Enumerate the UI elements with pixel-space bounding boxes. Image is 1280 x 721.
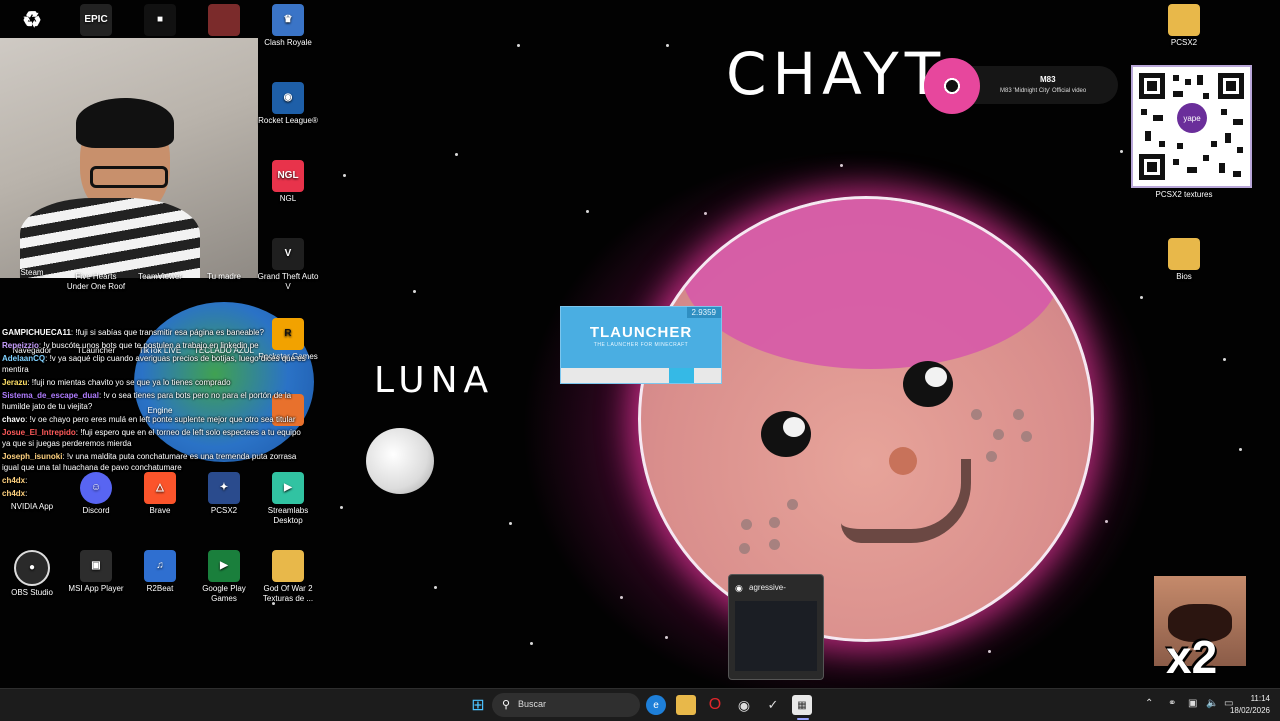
chat-text: : <box>25 489 28 498</box>
tlauncher-progress-fill <box>669 368 694 383</box>
chat-message: ch4dx: <box>0 474 310 487</box>
roblox-icon[interactable]: ■ <box>128 4 192 38</box>
taskbar-thumbnail-preview[interactable]: ◉ agressive- <box>728 574 824 680</box>
chat-user: Josue_El_Intrepido <box>2 428 76 437</box>
stream-chat-overlay: GAMPICHUECA11: !fuji si sabías que trans… <box>0 326 310 500</box>
msi-app-player-icon[interactable]: ▣ MSI App Player <box>64 550 128 594</box>
gta-v-icon[interactable]: V Grand Theft Auto V <box>256 238 320 292</box>
chat-user: ch4dx <box>2 476 26 485</box>
steam-desktop-icon[interactable]: Steam <box>0 268 64 278</box>
google-play-games-icon[interactable]: ▶ Google Play Games <box>192 550 256 604</box>
tlauncher-name: TLAUNCHER <box>589 324 693 341</box>
god-of-war-folder-icon[interactable]: God Of War 2 Texturas de ... <box>256 550 320 604</box>
windows-start-icon[interactable]: ⊞ <box>468 695 488 715</box>
chat-message: Repeizzio: !v buscóte unos bots que te p… <box>0 339 310 352</box>
opera-gx-icon[interactable]: O <box>705 695 725 715</box>
search-box[interactable]: ⚲ Buscar <box>492 693 640 717</box>
rocket-league-icon[interactable]: ◉ Rocket League® <box>256 82 320 126</box>
tlauncher-progress-bar <box>561 368 721 383</box>
chat-message: Josue_El_Intrepido: !fuji espero que en … <box>0 426 310 450</box>
yape-qr-code: yape <box>1131 65 1252 188</box>
chat-text: : !v buscóte unos bots que te postulen a… <box>38 341 259 350</box>
chat-message: AdelaanCQ: !v ya saqué clip cuando averi… <box>0 352 310 376</box>
steam-icon: ◉ <box>735 583 743 593</box>
microphone-icon[interactable]: ⚭ <box>1168 698 1176 709</box>
steam-taskbar-icon[interactable]: ✓ <box>763 695 783 715</box>
tlauncher-version: 2.9359 <box>686 307 721 318</box>
game-icon[interactable] <box>192 4 256 38</box>
chat-message: chavo: !v oe chayo pero eres mulá en lef… <box>0 413 310 426</box>
obs-studio-icon[interactable]: ● OBS Studio <box>0 550 64 598</box>
edge-icon[interactable]: e <box>646 695 666 715</box>
file-explorer-icon[interactable] <box>676 695 696 715</box>
five-hearts-icon[interactable]: Five Hearts Under One Roof <box>64 272 128 292</box>
desktop: CHAYT LUNA ♻ EPIC ■ ♛ Clash Royale ◉ Roc… <box>0 0 1280 688</box>
meme-x2-text: x2 <box>1166 631 1218 683</box>
chat-user: Repeizzio <box>2 341 39 350</box>
chat-user: AdelaanCQ <box>2 354 46 363</box>
chat-message: Jerazu: !fuji no mientas chavito yo se q… <box>0 376 310 389</box>
chat-user: chavo <box>2 415 26 424</box>
planet-drawing <box>638 196 1094 642</box>
network-icon[interactable]: ▣ <box>1188 698 1197 709</box>
chat-user: Sistema_de_escape_dual <box>2 391 99 400</box>
bios-folder-icon[interactable]: Bios <box>1152 238 1216 282</box>
r2beat-icon[interactable]: ♫ R2Beat <box>128 550 192 594</box>
tlauncher-splash: 2.9359 TLAUNCHER THE LAUNCHER FOR MINECR… <box>560 306 722 384</box>
chat-text: : !v oe chayo pero eres mulá en left pon… <box>25 415 296 424</box>
chat-user: ch4dx <box>2 489 26 498</box>
vinyl-disc-icon <box>924 58 980 114</box>
search-placeholder: Buscar <box>518 699 547 709</box>
drawing-title: CHAYT <box>726 40 947 108</box>
epic-games-icon[interactable]: EPIC <box>64 4 128 38</box>
moon-drawing <box>366 428 434 494</box>
pcsx2-folder-icon[interactable]: PCSX2 <box>1152 4 1216 48</box>
chat-text: : !fuji si sabías que transmitir esa pág… <box>70 328 264 337</box>
show-hidden-icons-icon[interactable]: ⌃ <box>1145 698 1153 709</box>
thumbnail-title: agressive- <box>749 583 786 592</box>
planet-eye-left <box>761 411 811 457</box>
obs-taskbar-icon[interactable]: ◉ <box>734 695 754 715</box>
chat-text: : !v ya saqué clip cuando averiguas prec… <box>2 354 306 374</box>
chat-text: : !fuji no mientas chavito yo se que ya … <box>27 378 231 387</box>
recycle-bin-icon[interactable]: ♻ <box>0 4 64 38</box>
music-track: M83 'Midnight City' Official video <box>1000 88 1087 94</box>
moon-label: LUNA <box>374 360 495 401</box>
clock-date: 18/02/2026 <box>1229 706 1270 715</box>
tlauncher-subtitle: THE LAUNCHER FOR MINECRAFT <box>593 342 689 348</box>
webcam-overlay <box>0 38 258 278</box>
yape-logo: yape <box>1177 103 1207 133</box>
volume-icon[interactable]: 🔈 <box>1206 698 1218 709</box>
teamviewer-icon[interactable]: TeamViewer <box>128 272 192 282</box>
planet-mouth <box>841 459 971 543</box>
chat-user: Joseph_isunoki <box>2 452 63 461</box>
app-taskbar-icon[interactable]: ▦ <box>792 695 812 715</box>
pcsx2-textures-folder-icon[interactable]: PCSX2 textures <box>1152 190 1216 200</box>
taskbar: ⊞ ⚲ Buscar e O ◉ ✓ ▦ ⌃ ⚭ ▣ 🔈 ▭ 11:14 18/… <box>0 688 1280 721</box>
chat-message: Sistema_de_escape_dual: !v o sea tienes … <box>0 389 310 413</box>
music-artist: M83 <box>1040 75 1056 84</box>
ngl-icon[interactable]: NGL NGL <box>256 160 320 204</box>
search-icon: ⚲ <box>502 699 511 711</box>
nvidia-app-icon[interactable]: NVIDIA App <box>0 502 64 512</box>
chat-text: : <box>25 476 28 485</box>
chat-message: GAMPICHUECA11: !fuji si sabías que trans… <box>0 326 310 339</box>
thumbnail-window-preview <box>735 601 817 671</box>
clock-time: 11:14 <box>1250 694 1270 703</box>
planet-eye-right <box>903 361 953 407</box>
clash-royale-icon[interactable]: ♛ Clash Royale <box>256 4 320 48</box>
chat-message: Joseph_isunoki: !v una maldita puta conc… <box>0 450 310 474</box>
chat-user: Jerazu <box>2 378 28 387</box>
tu-madre-icon[interactable]: Tu madre <box>192 272 256 282</box>
chat-user: GAMPICHUECA11 <box>2 328 71 337</box>
system-clock[interactable]: 11:14 18/02/2026 <box>1230 693 1270 717</box>
chat-message: ch4dx: <box>0 487 310 500</box>
